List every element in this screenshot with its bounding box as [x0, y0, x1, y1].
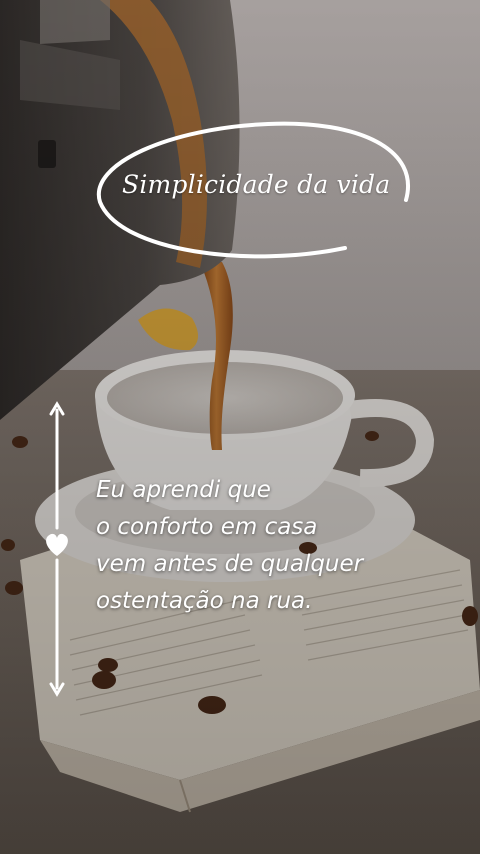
quote-line: ostentação na rua.	[96, 588, 313, 614]
story-canvas: Simplicidade da vida Eu aprendi que o co…	[0, 0, 480, 854]
background-photo	[0, 0, 480, 854]
quote-line: vem antes de qualquer	[96, 551, 364, 577]
quote-line: o conforto em casa	[96, 514, 318, 540]
title-label: Simplicidade da vida	[122, 170, 391, 199]
quote-text: Eu aprendi que o conforto em casa vem an…	[96, 472, 466, 620]
quote-line: Eu aprendi que	[96, 477, 271, 503]
